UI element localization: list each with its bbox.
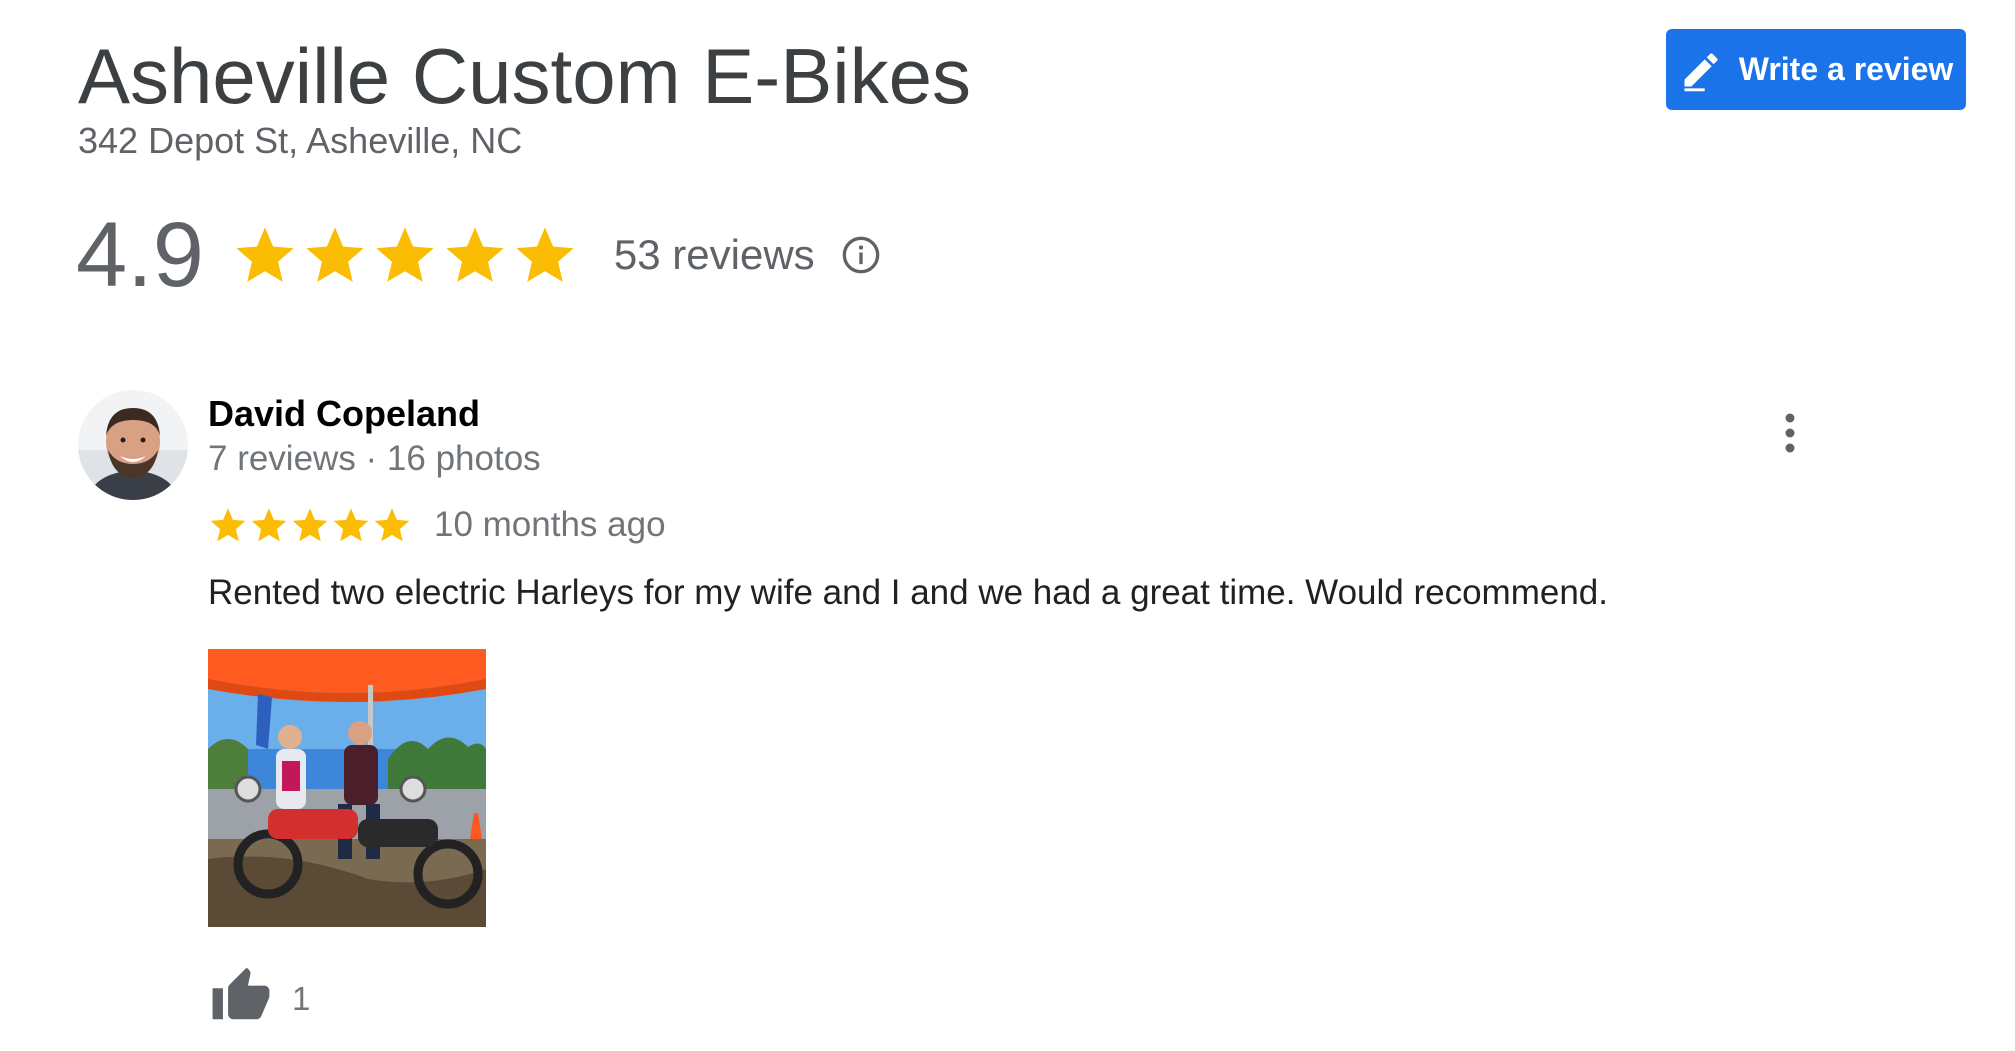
star-icon bbox=[516, 227, 574, 282]
review-photo[interactable] bbox=[208, 649, 486, 927]
star-icon bbox=[374, 508, 410, 542]
reviewer-name[interactable]: David Copeland bbox=[208, 393, 480, 435]
star-icon bbox=[236, 227, 294, 282]
review-stars bbox=[208, 505, 412, 545]
star-icon bbox=[333, 508, 369, 542]
star-icon bbox=[251, 508, 287, 542]
rating-summary: 4.9 53 reviews bbox=[76, 200, 881, 310]
review-count[interactable]: 53 reviews bbox=[614, 231, 815, 279]
write-review-button[interactable]: Write a review bbox=[1666, 29, 1966, 110]
business-name: Asheville Custom E-Bikes bbox=[78, 32, 971, 120]
thumbs-up-icon[interactable] bbox=[208, 965, 274, 1027]
reviews-page: Asheville Custom E-Bikes 342 Depot St, A… bbox=[0, 0, 2015, 1051]
star-icon bbox=[376, 227, 434, 282]
more-vert-icon[interactable] bbox=[1778, 410, 1802, 460]
info-icon[interactable] bbox=[841, 235, 881, 275]
business-address: 342 Depot St, Asheville, NC bbox=[78, 120, 523, 161]
review-text: Rented two electric Harleys for my wife … bbox=[208, 573, 1608, 612]
star-icon bbox=[306, 227, 364, 282]
star-icon bbox=[446, 227, 504, 282]
reviewer-avatar[interactable] bbox=[78, 390, 188, 500]
write-review-label: Write a review bbox=[1738, 51, 1954, 87]
reviewer-meta: 7 reviews · 16 photos bbox=[208, 439, 541, 478]
like-count: 1 bbox=[292, 980, 311, 1017]
star-icon bbox=[210, 508, 246, 542]
review-rating: 10 months ago bbox=[208, 503, 666, 547]
pencil-icon bbox=[1679, 48, 1723, 92]
review-date: 10 months ago bbox=[434, 505, 666, 544]
star-icon bbox=[292, 508, 328, 542]
rating-value: 4.9 bbox=[76, 204, 204, 306]
rating-stars bbox=[232, 222, 578, 288]
